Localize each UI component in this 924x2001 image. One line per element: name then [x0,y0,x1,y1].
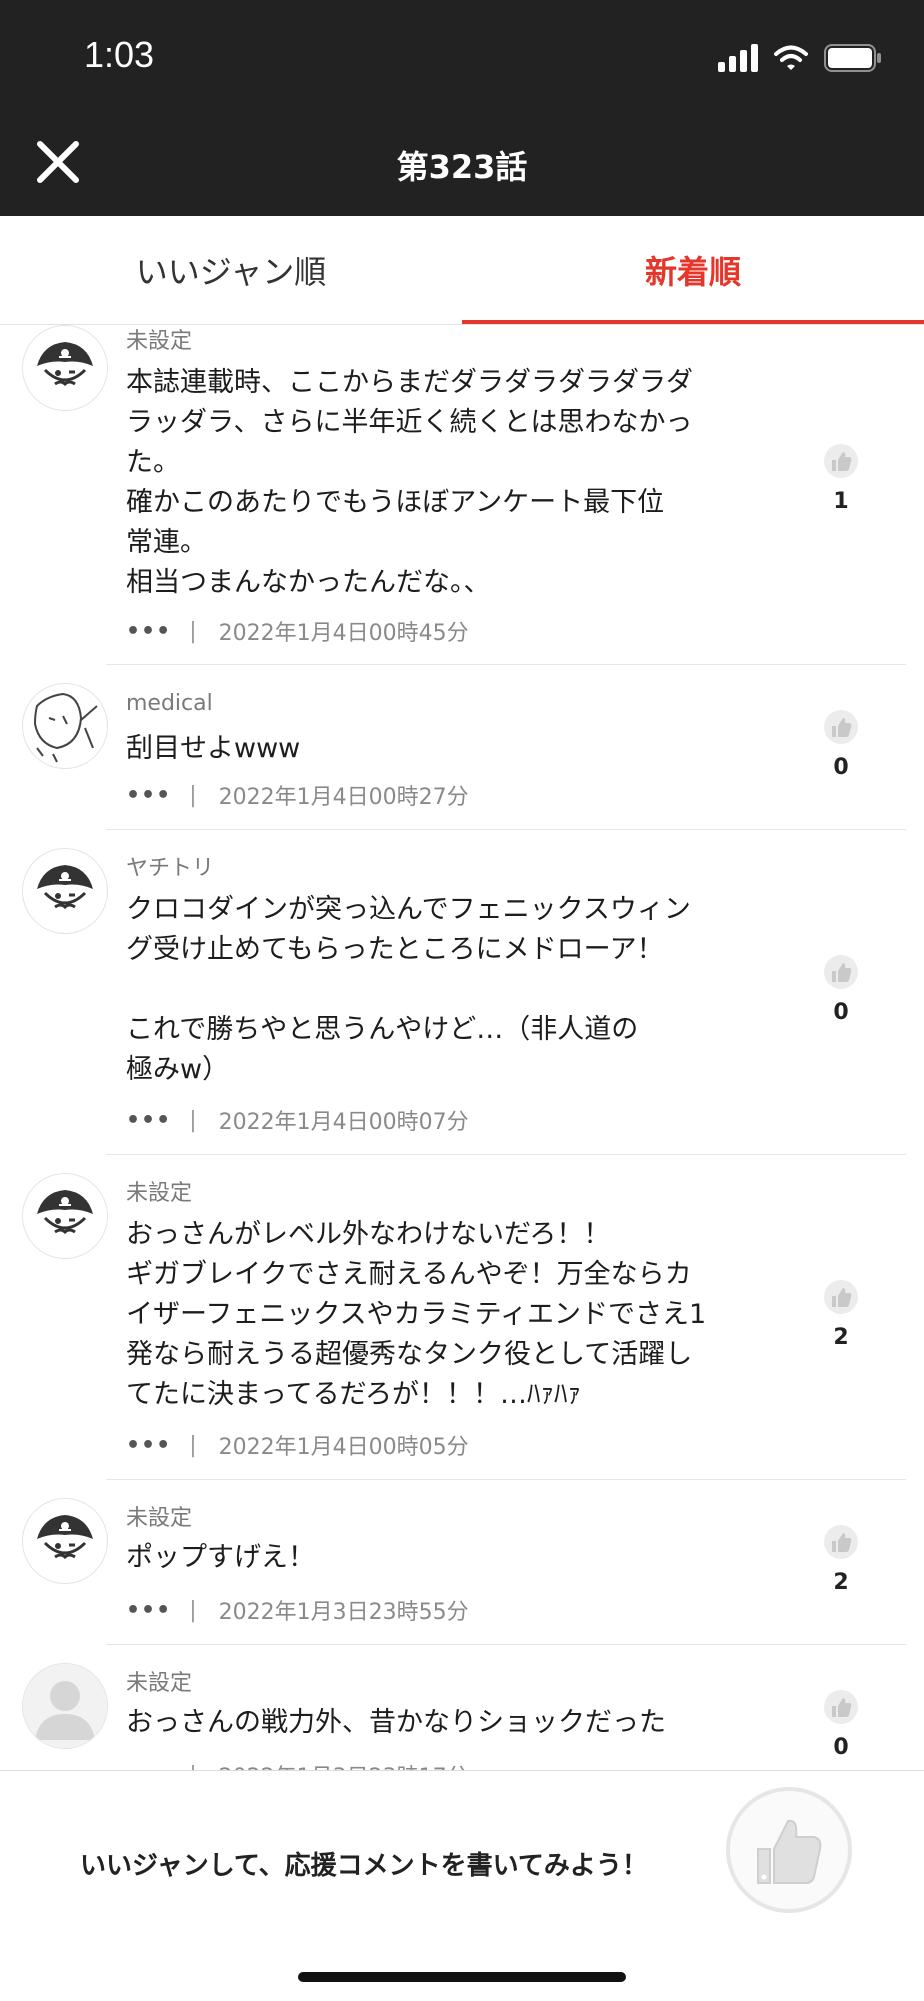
more-menu-button[interactable]: ••• [126,783,171,808]
comment-text: 刮目せよwww [126,733,301,764]
tab-newest[interactable]: 新着順 [462,216,924,324]
comment-text: 本誌連載時、ここからまだダラダラダラダラダ ラッダラ、さらに半年近く続くとは思わ… [126,367,693,598]
thumbs-up-icon[interactable] [823,443,859,479]
comment-meta: ••• | 2022年1月3日23時17分 [126,1759,469,1771]
more-menu-button[interactable]: ••• [126,1598,171,1623]
comment-item: 未設定 ポップすげえ！ ••• | 2022年1月3日23時55分 2 [0,1480,924,1645]
like-control[interactable]: 0 [816,709,866,780]
like-control[interactable]: 0 [816,1689,866,1760]
thumbs-up-icon[interactable] [823,1524,859,1560]
status-time: 1:03 [84,34,155,75]
home-indicator [298,1972,626,1982]
comment-timestamp: 2022年1月4日00時45分 [218,621,469,646]
comment-text: クロコダインが突っ込んでフェニックスウィン グ受け止めてもらったところにメドロー… [126,894,691,1085]
top-bar: 1:03 第323話 [0,0,924,216]
thumbs-up-icon[interactable] [823,1689,859,1725]
comment-username: 未設定 [126,1181,193,1206]
sketch-avatar[interactable] [22,683,108,769]
page-title: 第323話 [396,148,528,186]
comment-timestamp: 2022年1月4日00時27分 [218,785,469,810]
thumbs-up-icon[interactable] [730,1791,848,1909]
comment-meta: ••• | 2022年1月4日00時05分 [126,1429,469,1461]
comment-text: おっさんがレベル外なわけないだろ！！ ギガブレイクでさえ耐えるんやぞ！万全ならカ… [126,1219,707,1410]
wifi-icon [774,45,808,70]
comment-username: medical [126,691,213,716]
like-control[interactable]: 0 [816,954,866,1025]
tab-popular[interactable]: いいジャン順 [0,216,462,324]
default-user-icon[interactable] [22,1663,108,1749]
pirate-icon[interactable] [22,848,108,934]
more-menu-button[interactable]: ••• [126,1763,171,1771]
thumbs-up-icon[interactable] [823,709,859,745]
thumbs-up-icon[interactable] [823,954,859,990]
active-tab-indicator [462,320,924,324]
signal-icon [718,44,758,72]
comment-item: ヤチトリ クロコダインが突っ込んでフェニックスウィン グ受け止めてもらったところ… [0,830,924,1155]
comment-item: 未設定 おっさんの戦力外、昔かなりショックだった ••• | 2022年1月3日… [0,1645,924,1770]
like-control[interactable]: 2 [816,1524,866,1595]
comment-meta: ••• | 2022年1月4日00時27分 [126,779,469,811]
like-count: 0 [833,755,849,780]
cta-text: いいジャンして、応援コメントを書いてみよう！ [80,1851,648,1881]
comment-list: 未設定 本誌連載時、ここからまだダラダラダラダラダ ラッダラ、さらに半年近く続く… [0,325,924,1770]
comment-item: medical 刮目せよwww ••• | 2022年1月4日00時27分 0 [0,665,924,830]
like-control[interactable]: 2 [816,1279,866,1350]
comment-meta: ••• | 2022年1月4日00時07分 [126,1104,469,1136]
more-menu-button[interactable]: ••• [126,1108,171,1133]
comment-timestamp: 2022年1月4日00時07分 [218,1110,469,1135]
meta-separator: | [189,782,197,808]
like-count: 2 [833,1325,849,1350]
comment-text: おっさんの戦力外、昔かなりショックだった [126,1707,666,1738]
comment-text: ポップすげえ！ [126,1542,315,1573]
like-count: 1 [833,489,849,514]
like-count: 2 [833,1570,849,1595]
comment-timestamp: 2022年1月3日23時17分 [219,1759,469,1770]
meta-separator: | [189,1597,197,1623]
meta-separator: | [189,1432,197,1458]
comment-meta: ••• | 2022年1月3日23時55分 [126,1594,469,1626]
comment-username: ヤチトリ [126,856,215,881]
more-menu-button[interactable]: ••• [126,619,171,644]
comment-item: 未設定 本誌連載時、ここからまだダラダラダラダラダ ラッダラ、さらに半年近く続く… [0,325,924,665]
comment-meta: ••• | 2022年1月4日00時45分 [126,615,469,647]
more-menu-button[interactable]: ••• [126,1433,171,1458]
status-icons [718,42,882,74]
comment-username: 未設定 [126,1506,193,1531]
pirate-icon[interactable] [22,325,108,411]
like-count: 0 [833,1000,849,1025]
comment-username: 未設定 [126,329,193,354]
battery-icon [824,44,881,72]
sort-tabs: いいジャン順 新着順 [0,216,924,325]
pirate-icon[interactable] [22,1173,108,1259]
meta-separator: | [189,1763,196,1771]
bottom-bar: いいジャンして、応援コメントを書いてみよう！ [0,1770,924,2001]
comment-item: 未設定 おっさんがレベル外なわけないだろ！！ ギガブレイクでさえ耐えるんやぞ！万… [0,1155,924,1480]
pirate-icon[interactable] [22,1498,108,1584]
comment-username: 未設定 [126,1671,193,1696]
thumbs-up-icon[interactable] [823,1279,859,1315]
like-control[interactable]: 1 [816,443,866,514]
comment-timestamp: 2022年1月3日23時55分 [218,1600,469,1625]
like-count: 0 [833,1735,849,1760]
meta-separator: | [189,1107,197,1133]
iijan-button[interactable] [726,1787,852,1913]
meta-separator: | [189,618,197,644]
comment-timestamp: 2022年1月4日00時05分 [218,1435,469,1460]
